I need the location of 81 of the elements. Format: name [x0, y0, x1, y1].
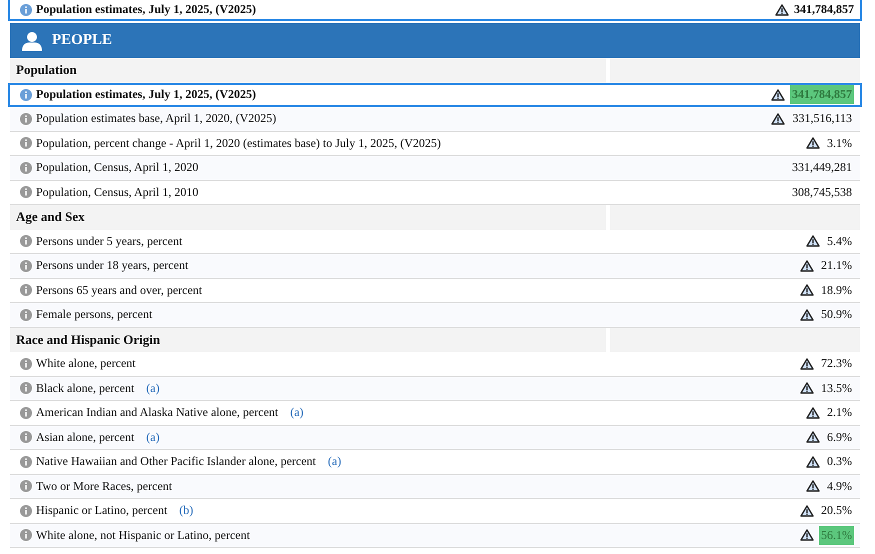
info-icon[interactable]	[20, 235, 32, 248]
fact-value: 13.5%	[820, 380, 853, 397]
warning-icon[interactable]	[800, 308, 814, 321]
fact-label: Population, Census, April 1, 2020	[36, 160, 198, 176]
warning-icon[interactable]	[806, 480, 820, 492]
fact-value: 308,745,538	[791, 184, 853, 201]
warning-icon[interactable]	[800, 284, 814, 296]
warning-icon[interactable]	[800, 504, 814, 517]
warning-icon[interactable]	[800, 358, 814, 370]
warning-icon[interactable]	[806, 431, 820, 444]
info-icon[interactable]	[20, 260, 32, 272]
warning-icon[interactable]	[771, 112, 786, 125]
info-icon[interactable]	[20, 88, 32, 101]
warning-icon[interactable]	[800, 260, 814, 272]
warning-icon[interactable]	[806, 456, 820, 468]
info-icon[interactable]	[20, 480, 32, 492]
info-icon[interactable]	[20, 456, 32, 468]
fact-value: 3.1%	[826, 134, 853, 152]
fact-value: 341,784,857	[794, 2, 854, 17]
fact-label: Female persons, percent	[36, 307, 152, 322]
info-icon[interactable]	[20, 504, 32, 517]
info-icon[interactable]	[20, 308, 32, 321]
info-icon[interactable]	[20, 406, 32, 419]
fact-label: Population estimates, July 1, 2025, (V2025)	[36, 2, 256, 17]
fact-label: Population estimates base, April 1, 2020, (V2025)	[36, 111, 276, 126]
fact-label: Population estimates, July 1, 2025, (V2025)	[36, 87, 256, 102]
info-icon[interactable]	[20, 112, 32, 125]
info-icon[interactable]	[20, 137, 32, 150]
fact-value: 50.9%	[820, 306, 853, 324]
info-icon[interactable]	[20, 162, 32, 174]
fact-label: Persons under 18 years, percent	[36, 258, 188, 274]
warning-icon[interactable]	[771, 88, 785, 101]
warning-icon[interactable]	[806, 137, 820, 150]
footnote-link[interactable]: (b)	[179, 503, 194, 518]
fact-value: 0.3%	[826, 453, 853, 470]
warning-icon[interactable]	[800, 529, 814, 542]
group-heading: Age and Sex	[10, 205, 606, 230]
section-header[interactable]: PEOPLE	[10, 23, 860, 58]
info-icon[interactable]	[20, 358, 32, 370]
fact-label: American Indian and Alaska Native alone, percent	[36, 405, 278, 420]
fact-value: 341,784,857	[790, 85, 854, 104]
person-icon	[22, 30, 42, 50]
fact-value: 21.1%	[820, 257, 853, 274]
fact-value: 18.9%	[820, 282, 853, 299]
warning-icon[interactable]	[775, 4, 789, 16]
fact-label: White alone, percent	[36, 356, 136, 372]
fact-label: Persons under 5 years, percent	[36, 234, 182, 249]
fact-value: 331,516,113	[791, 110, 853, 128]
fact-value: 6.9%	[826, 428, 853, 446]
warning-icon[interactable]	[806, 235, 820, 248]
fact-label: Asian alone, percent	[36, 430, 134, 445]
section-title: PEOPLE	[52, 32, 112, 49]
fact-label: Native Hawaiian and Other Pacific Islander alone, percent	[36, 454, 316, 470]
info-icon[interactable]	[20, 284, 32, 296]
fact-label: Population, percent change - April 1, 2020 (estimates base) to July 1, 2025, (V2025)	[36, 136, 441, 151]
fact-label: Population, Census, April 1, 2010	[36, 184, 198, 200]
fact-value: 4.9%	[826, 478, 853, 495]
footnote-link[interactable]: (a)	[146, 380, 160, 396]
info-icon[interactable]	[20, 382, 32, 394]
fact-value: 72.3%	[820, 355, 853, 372]
fact-label: Persons 65 years and over, percent	[36, 282, 202, 298]
warning-icon[interactable]	[800, 382, 814, 394]
info-icon[interactable]	[20, 529, 32, 542]
info-icon[interactable]	[20, 186, 32, 198]
group-heading: Race and Hispanic Origin	[10, 328, 606, 352]
fact-label: Two or More Races, percent	[36, 478, 172, 494]
footnote-link[interactable]: (a)	[146, 430, 160, 445]
fact-value: 5.4%	[826, 232, 853, 250]
info-icon[interactable]	[20, 431, 32, 444]
group-heading: Population	[10, 58, 606, 82]
footnote-link[interactable]: (a)	[290, 405, 304, 420]
fact-label: Black alone, percent	[36, 380, 134, 396]
fact-value: 20.5%	[820, 502, 853, 520]
warning-icon[interactable]	[806, 406, 820, 419]
info-icon[interactable]	[20, 4, 32, 16]
fact-label: Hispanic or Latino, percent	[36, 503, 168, 518]
fact-value: 56.1%	[819, 526, 854, 545]
fact-value: 2.1%	[826, 404, 853, 422]
footnote-link[interactable]: (a)	[328, 454, 342, 470]
fact-label: White alone, not Hispanic or Latino, percent	[36, 528, 250, 543]
fact-value: 331,449,281	[791, 159, 853, 176]
